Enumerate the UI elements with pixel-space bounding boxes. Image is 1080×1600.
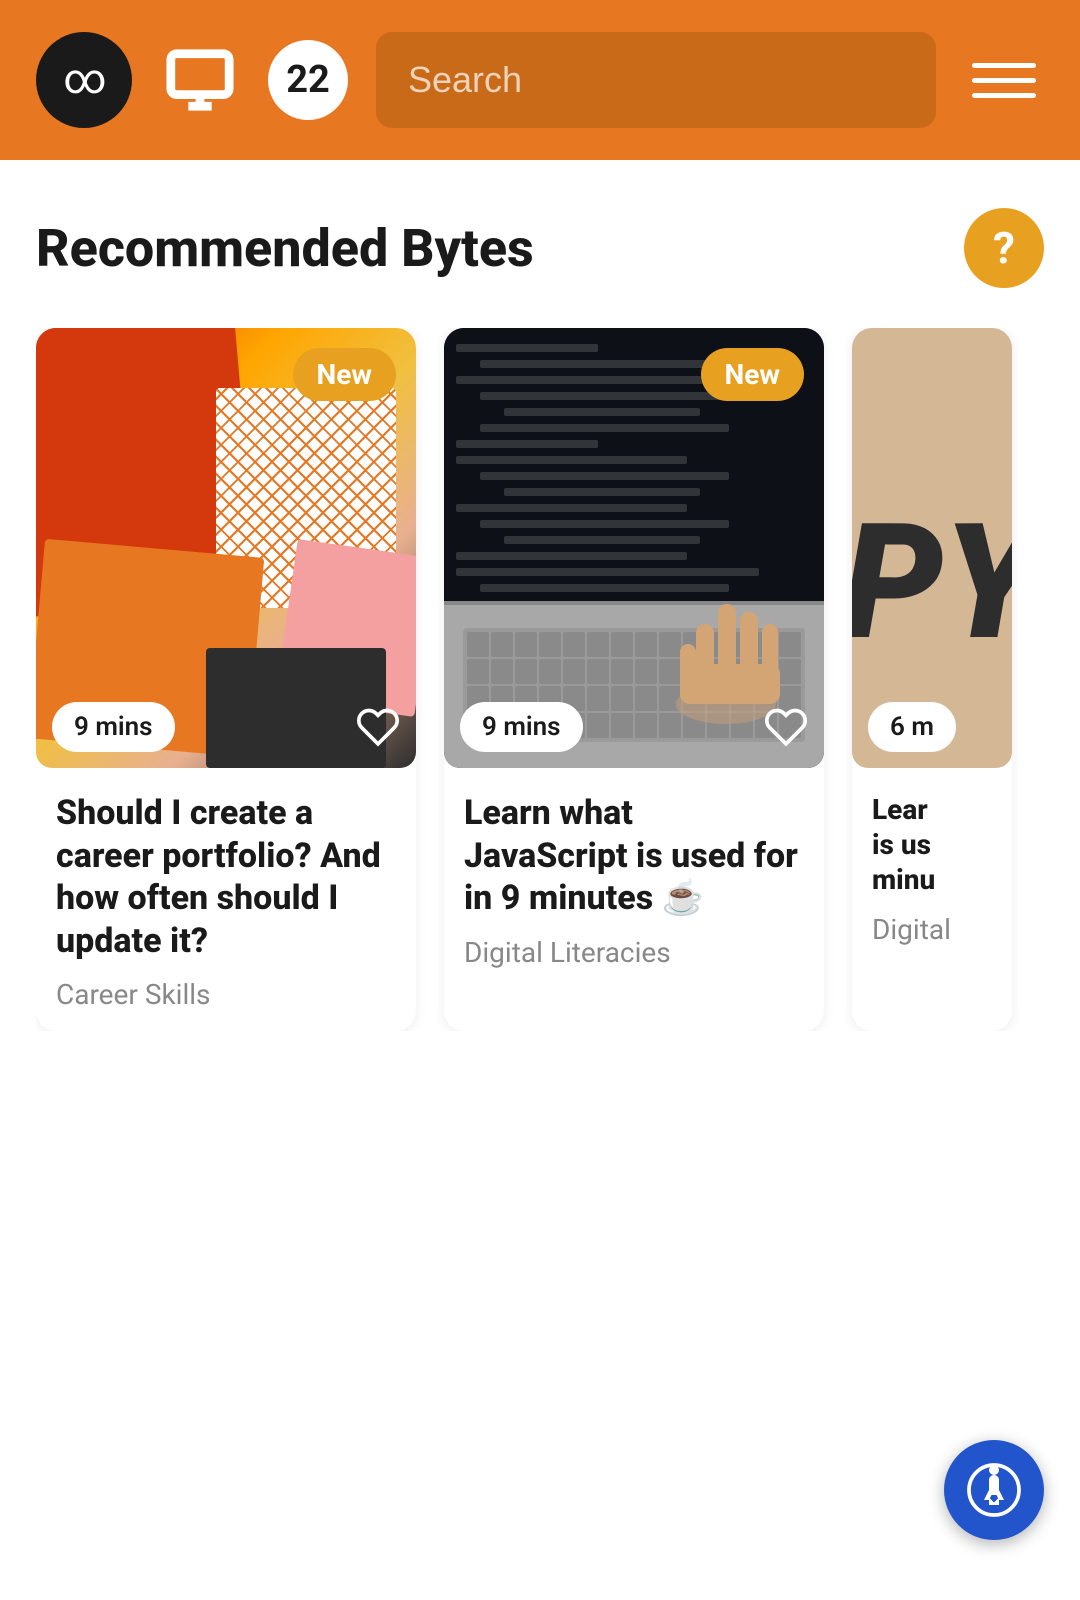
card-2-overlay: 9 mins: [444, 702, 824, 752]
app-header: ∞ 22: [0, 0, 1080, 160]
card-1-category: Career Skills: [56, 978, 396, 1011]
new-badge-2: New: [701, 348, 804, 401]
heart-icon-2: [764, 705, 808, 749]
card-2-image: New 9 mins: [444, 328, 824, 768]
accessibility-button[interactable]: [944, 1440, 1044, 1540]
py-text: PY: [852, 504, 1012, 664]
menu-button[interactable]: [964, 40, 1044, 120]
help-button[interactable]: ?: [964, 208, 1044, 288]
card-1-title: Should I create a career portfolio? And …: [56, 792, 396, 962]
card-3-overlay: 6 m: [852, 702, 1012, 752]
card-2[interactable]: New 9 mins Learn what JavaScript is used…: [444, 328, 824, 1031]
card-1-overlay: 9 mins: [36, 702, 416, 752]
monitor-icon: [165, 45, 235, 115]
accessibility-icon: [964, 1460, 1024, 1520]
card-3-category: Digital: [872, 913, 992, 946]
main-content: Recommended Bytes ? New: [0, 160, 1080, 1600]
section-title: Recommended Bytes: [36, 218, 534, 279]
logo-icon: ∞: [63, 59, 104, 101]
hamburger-icon: [972, 78, 1036, 83]
help-icon: ?: [993, 222, 1015, 274]
time-badge-2: 9 mins: [460, 702, 583, 752]
monitor-icon-button[interactable]: [160, 40, 240, 120]
card-2-category: Digital Literacies: [464, 936, 804, 969]
section-header: Recommended Bytes ?: [36, 208, 1044, 288]
card-3-title: Learis usminu: [872, 792, 992, 897]
time-badge-3: 6 m: [868, 702, 956, 752]
hamburger-icon: [972, 63, 1036, 68]
card-1-body: Should I create a career portfolio? And …: [36, 768, 416, 1031]
heart-icon-1: [356, 705, 400, 749]
badge-count: 22: [286, 58, 330, 102]
hamburger-icon: [972, 93, 1036, 98]
time-badge-1: 9 mins: [52, 702, 175, 752]
search-input[interactable]: [376, 32, 936, 128]
logo[interactable]: ∞: [36, 32, 132, 128]
new-badge-1: New: [293, 348, 396, 401]
card-3[interactable]: PY 6 m Learis usminu Digital: [852, 328, 1012, 1031]
card-2-title: Learn what JavaScript is used for in 9 m…: [464, 792, 804, 920]
card-3-body: Learis usminu Digital: [852, 768, 1012, 966]
cards-row: New 9 mins Should I create a career port…: [36, 328, 1044, 1031]
card-2-body: Learn what JavaScript is used for in 9 m…: [444, 768, 824, 989]
card-1[interactable]: New 9 mins Should I create a career port…: [36, 328, 416, 1031]
card-1-image: New 9 mins: [36, 328, 416, 768]
notification-badge[interactable]: 22: [268, 40, 348, 120]
card-3-image: PY 6 m: [852, 328, 1012, 768]
